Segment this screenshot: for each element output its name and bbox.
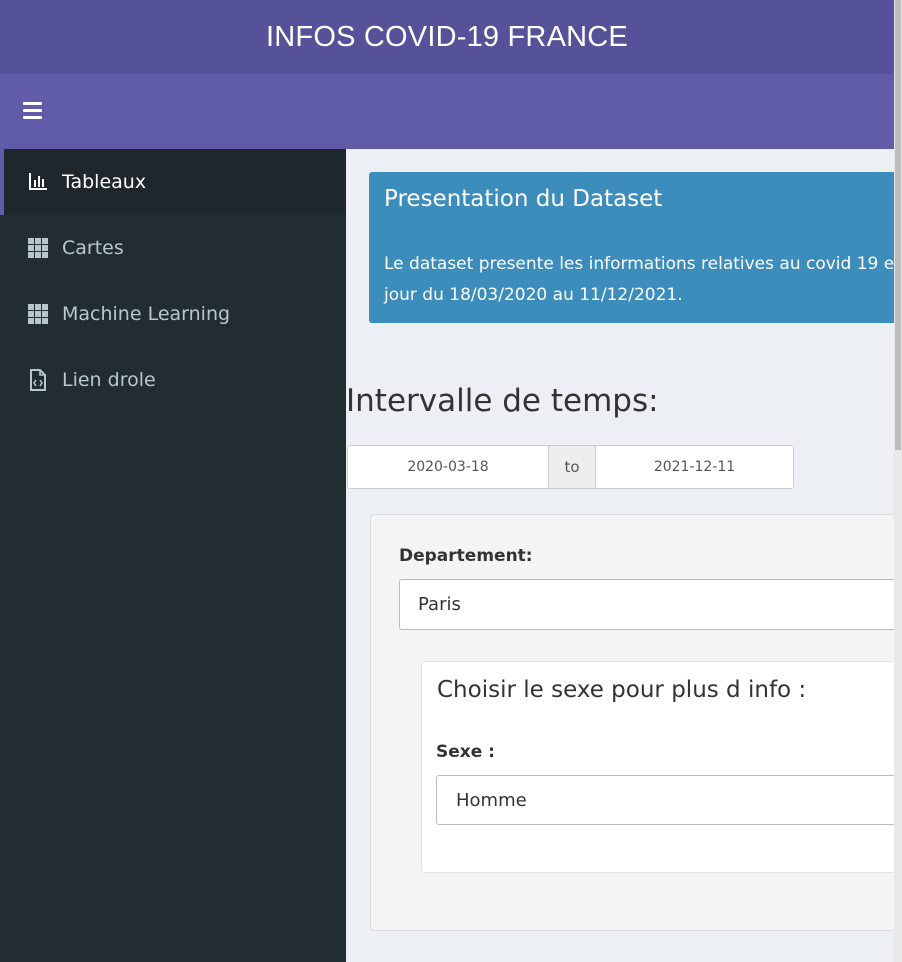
sidebar: Tableaux Cartes Machine Learning Lien dr… — [0, 149, 346, 962]
sex-panel-heading: Choisir le sexe pour plus d info : — [437, 677, 807, 703]
sidebar-item-tableaux[interactable]: Tableaux — [0, 149, 346, 215]
date-range-separator: to — [548, 446, 596, 488]
end-date-input[interactable] — [596, 446, 793, 488]
sidebar-item-label: Machine Learning — [62, 303, 231, 325]
sidebar-item-machine-learning[interactable]: Machine Learning — [0, 281, 346, 347]
app-title: INFOS COVID-19 FRANCE — [266, 20, 628, 53]
sidebar-item-label: Tableaux — [62, 171, 147, 193]
info-box-line: jour du 18/03/2020 au 11/12/2021. — [384, 285, 683, 305]
page-scrollbar[interactable] — [894, 0, 902, 962]
start-date-input[interactable] — [348, 446, 548, 488]
grid-icon — [28, 238, 48, 258]
file-code-icon — [30, 369, 46, 391]
date-range-heading: Intervalle de temps: — [346, 383, 659, 419]
sexe-select[interactable]: Homme — [436, 775, 902, 825]
grid-icon — [28, 304, 48, 324]
info-box-text: Le dataset presente les informations rel… — [384, 249, 894, 311]
departement-label: Departement: — [399, 546, 533, 566]
sexe-selected-value: Homme — [456, 789, 527, 811]
departement-selected-value: Paris — [418, 594, 461, 615]
date-range-input: to — [347, 445, 794, 489]
top-navbar — [0, 74, 894, 149]
sidebar-item-cartes[interactable]: Cartes — [0, 215, 346, 281]
bar-chart-icon — [29, 173, 47, 190]
sex-filter-panel: Choisir le sexe pour plus d info : — [421, 661, 902, 873]
sexe-label: Sexe : — [436, 742, 495, 762]
bars-icon[interactable] — [23, 102, 42, 119]
info-box-title: Presentation du Dataset — [384, 186, 663, 212]
dataset-info-box: Presentation du Dataset Le dataset prese… — [369, 172, 902, 323]
departement-select[interactable]: Paris — [399, 579, 902, 630]
sidebar-item-label: Cartes — [62, 237, 124, 259]
scrollbar-thumb[interactable] — [895, 0, 901, 450]
sidebar-item-lien-drole[interactable]: Lien drole — [0, 347, 346, 413]
sidebar-item-label: Lien drole — [62, 369, 156, 391]
app-title-bar: INFOS COVID-19 FRANCE — [0, 0, 894, 74]
info-box-line: Le dataset presente les informations rel… — [384, 254, 895, 274]
